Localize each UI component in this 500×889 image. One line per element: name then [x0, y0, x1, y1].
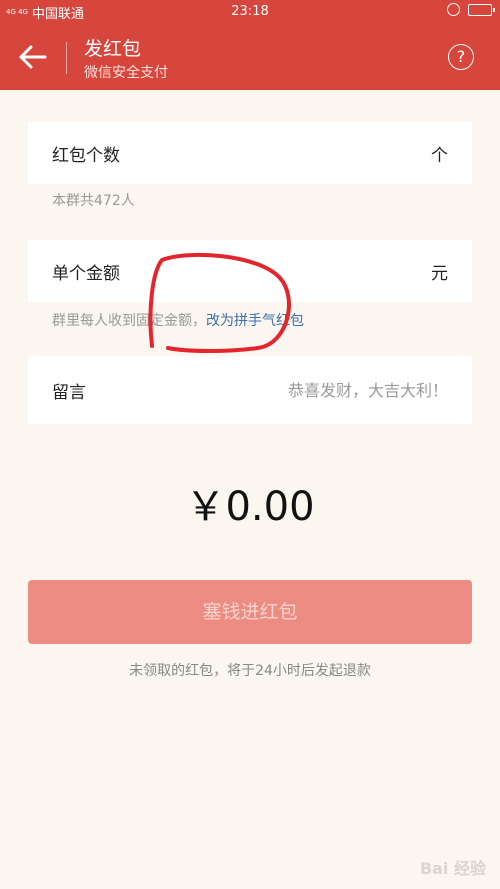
count-label: 红包个数: [52, 145, 120, 166]
page-subtitle: 微信安全支付: [84, 65, 168, 81]
group-hint: 本群共472人: [52, 193, 135, 209]
back-button[interactable]: [18, 44, 48, 70]
alarm-icon: [447, 3, 460, 16]
refund-notice: 未领取的红包，将于24小时后发起退款: [129, 663, 371, 679]
amount-unit: 元: [431, 263, 448, 284]
count-input[interactable]: [120, 142, 431, 164]
message-card: 留言: [28, 356, 472, 424]
message-input[interactable]: [86, 379, 448, 401]
header: 发红包 微信安全支付 ?: [0, 24, 500, 90]
amount-input[interactable]: [120, 260, 431, 282]
help-button[interactable]: ?: [448, 44, 474, 70]
count-unit: 个: [431, 145, 448, 166]
baidu-watermark: Bai 经验: [419, 859, 486, 878]
back-arrow-icon: [19, 45, 47, 69]
amount-hint-text: 群里每人收到固定金额，: [52, 313, 206, 329]
switch-lucky-link[interactable]: 改为拼手气红包: [206, 313, 304, 329]
header-divider: [66, 42, 67, 74]
battery-icon: [468, 3, 495, 16]
amount-hint: 群里每人收到固定金额，改为拼手气红包: [52, 310, 304, 330]
page-title: 发红包: [84, 38, 142, 60]
status-bar: 4G 4G 中国联通 23:18: [0, 0, 500, 24]
message-label: 留言: [52, 382, 86, 403]
submit-red-packet-button[interactable]: 塞钱进红包: [28, 580, 472, 644]
amount-label: 单个金额: [52, 263, 120, 284]
status-right: [447, 3, 495, 16]
count-card: 红包个数 个: [28, 122, 472, 184]
amount-card: 单个金额 元: [28, 240, 472, 302]
status-time: 23:18: [231, 4, 269, 19]
total-amount: ￥0.00: [185, 484, 315, 530]
